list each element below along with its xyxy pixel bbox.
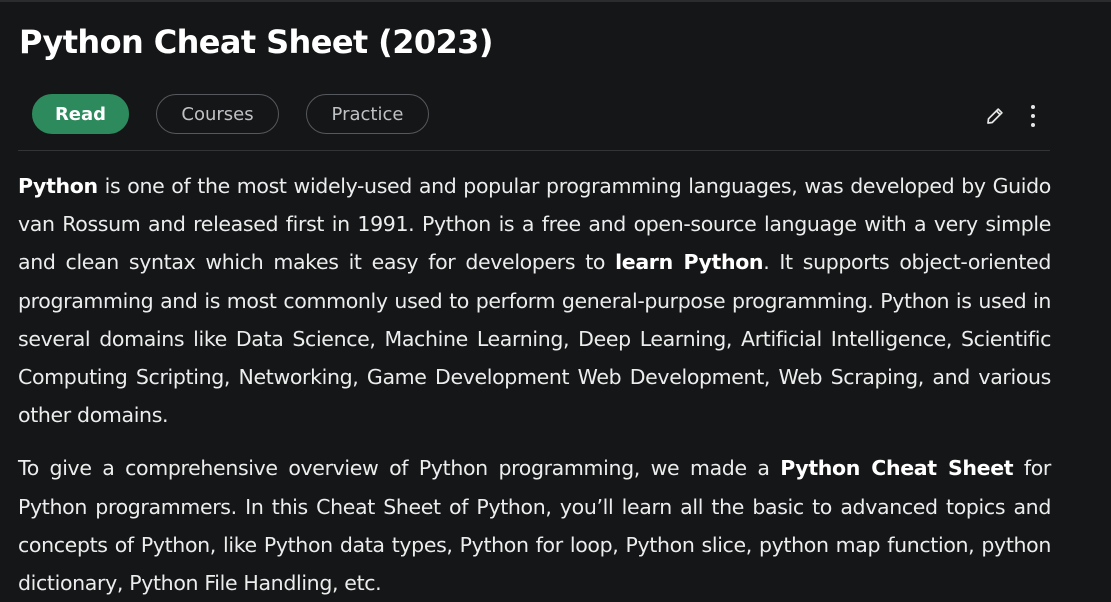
- header-divider: [18, 150, 1050, 151]
- tab-read[interactable]: Read: [32, 94, 129, 134]
- tab-read-label: Read: [54, 103, 107, 125]
- article-body: Python is one of the most widely-used an…: [18, 167, 1051, 602]
- article-tools: [983, 102, 1045, 130]
- tab-courses-label: Courses: [181, 103, 254, 125]
- tab-courses[interactable]: Courses: [156, 94, 279, 134]
- intro-text-part-2: . It supports object-oriented programmin…: [18, 250, 1051, 428]
- pencil-icon[interactable]: [983, 102, 1007, 130]
- page-title: Python Cheat Sheet (2023): [19, 23, 493, 61]
- python-bold-term: Python: [18, 174, 98, 198]
- learn-python-link[interactable]: learn Python: [615, 250, 763, 274]
- overview-paragraph: To give a comprehensive overview of Pyth…: [18, 449, 1051, 602]
- top-edge: [0, 0, 1111, 2]
- tab-practice-label: Practice: [331, 103, 404, 125]
- cheat-sheet-bold-term: Python Cheat Sheet: [780, 456, 1014, 481]
- content-tabs: Read Courses Practice: [32, 94, 429, 134]
- intro-paragraph: Python is one of the most widely-used an…: [18, 167, 1051, 434]
- overview-text-part-1: To give a comprehensive overview of Pyth…: [18, 456, 781, 481]
- vertical-ellipsis-icon[interactable]: [1021, 102, 1045, 130]
- tab-practice[interactable]: Practice: [306, 94, 429, 134]
